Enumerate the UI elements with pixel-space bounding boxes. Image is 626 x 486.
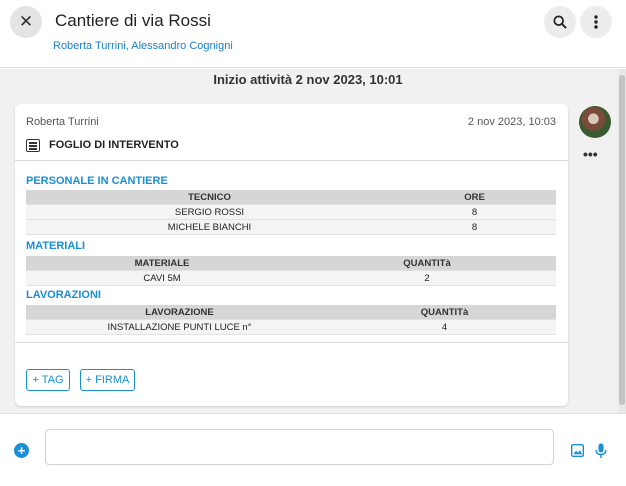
- scrollbar[interactable]: [618, 69, 626, 413]
- column-header: MATERIALE: [134, 257, 190, 269]
- table-row: SERGIO ROSSI 8: [26, 205, 556, 220]
- close-button[interactable]: ✕: [10, 6, 42, 38]
- table-header-row: MATERIALE QUANTITà: [26, 256, 556, 271]
- table-cell: 8: [471, 206, 478, 218]
- search-button[interactable]: [544, 6, 576, 38]
- materiali-table: MATERIALE QUANTITà CAVI 5M 2: [26, 256, 556, 286]
- table-cell: 4: [441, 321, 448, 333]
- table-header-row: TECNICO ORE: [26, 190, 556, 205]
- message-more-button[interactable]: •••: [583, 146, 598, 162]
- column-header: ORE: [464, 191, 485, 203]
- divider: [15, 160, 568, 161]
- message-author: Roberta Turrini: [26, 116, 99, 128]
- table-cell: 8: [471, 221, 478, 233]
- table-header-row: LAVORAZIONE QUANTITà: [26, 305, 556, 320]
- add-tag-button[interactable]: + TAG: [26, 369, 70, 391]
- table-row: CAVI 5M 2: [26, 271, 556, 286]
- lavorazioni-table: LAVORAZIONE QUANTITà INSTALLAZIONE PUNTI…: [26, 305, 556, 335]
- message-input[interactable]: [45, 429, 554, 465]
- avatar[interactable]: [579, 106, 611, 138]
- page-title: Cantiere di via Rossi: [55, 11, 211, 30]
- message-date: 2 nov 2023, 10:03: [467, 116, 556, 128]
- divider: [15, 342, 568, 343]
- table-cell: SERGIO ROSSI: [174, 206, 245, 218]
- table-cell: 2: [424, 272, 430, 284]
- more-options-button[interactable]: [580, 6, 612, 38]
- column-header: LAVORAZIONE: [145, 306, 214, 318]
- message-card: Roberta Turrini 2 nov 2023, 10:03 FOGLIO…: [15, 104, 568, 406]
- section-materiali-title: MATERIALI: [26, 240, 86, 252]
- add-signature-button[interactable]: + FIRMA: [80, 369, 135, 391]
- form-icon: [26, 139, 40, 152]
- table-cell: INSTALLAZIONE PUNTI LUCE n°: [107, 321, 252, 333]
- column-header: TECNICO: [188, 191, 231, 203]
- chat-header: ✕ Cantiere di via Rossi Roberta Turrini,…: [0, 0, 626, 68]
- table-row: MICHELE BIANCHI 8: [26, 220, 556, 235]
- scrollbar-thumb[interactable]: [619, 75, 625, 405]
- column-header: QUANTITà: [403, 257, 451, 269]
- participants-link[interactable]: Roberta Turrini, Alessandro Cognigni: [53, 40, 233, 52]
- search-icon: [553, 15, 567, 29]
- form-title: FOGLIO DI INTERVENTO: [49, 139, 179, 151]
- section-personale-title: PERSONALE IN CANTIERE: [26, 175, 168, 187]
- more-vertical-icon: [594, 15, 598, 29]
- personale-table: TECNICO ORE SERGIO ROSSI 8 MICHELE BIANC…: [26, 190, 556, 235]
- add-attachment-button[interactable]: +: [14, 443, 29, 458]
- table-cell: CAVI 5M: [143, 272, 181, 284]
- microphone-icon[interactable]: [595, 443, 607, 459]
- section-lavorazioni-title: LAVORAZIONI: [26, 289, 101, 301]
- close-icon: ✕: [18, 12, 34, 31]
- column-header: QUANTITà: [420, 306, 469, 318]
- activity-start-label: Inizio attività 2 nov 2023, 10:01: [213, 72, 403, 87]
- image-icon[interactable]: [571, 444, 584, 457]
- table-cell: MICHELE BIANCHI: [167, 221, 252, 233]
- table-row: INSTALLAZIONE PUNTI LUCE n° 4: [26, 320, 556, 335]
